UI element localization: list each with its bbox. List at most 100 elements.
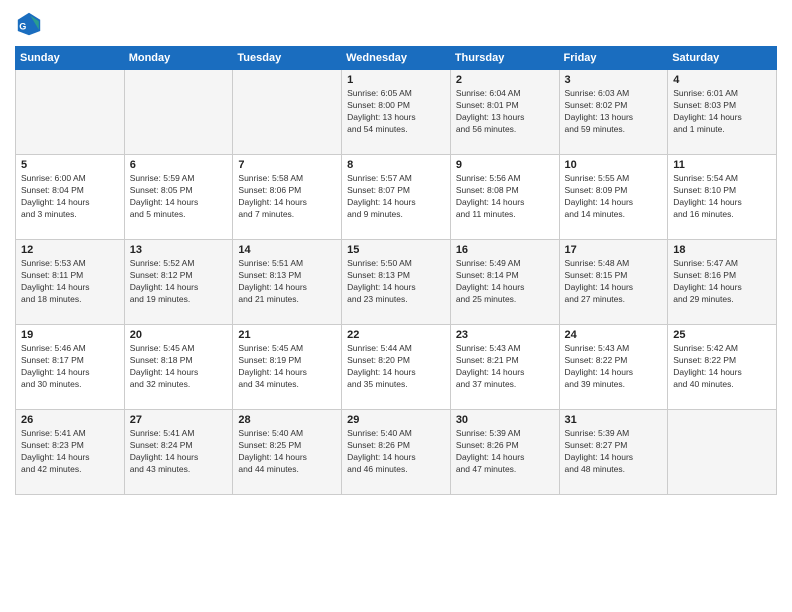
- weekday-header-cell: Friday: [559, 47, 668, 70]
- cell-info: Sunrise: 6:04 AMSunset: 8:01 PMDaylight:…: [456, 88, 554, 136]
- day-number: 8: [347, 159, 445, 171]
- calendar-body: 1 Sunrise: 6:05 AMSunset: 8:00 PMDaylight…: [16, 70, 777, 495]
- calendar-cell: 3 Sunrise: 6:03 AMSunset: 8:02 PMDaylight…: [559, 70, 668, 155]
- calendar-cell: 22 Sunrise: 5:44 AMSunset: 8:20 PMDayligh…: [342, 325, 451, 410]
- cell-info: Sunrise: 5:43 AMSunset: 8:22 PMDaylight:…: [565, 343, 663, 391]
- day-number: 28: [238, 414, 336, 426]
- calendar-cell: 7 Sunrise: 5:58 AMSunset: 8:06 PMDaylight…: [233, 155, 342, 240]
- day-number: 4: [673, 74, 771, 86]
- calendar-cell: 18 Sunrise: 5:47 AMSunset: 8:16 PMDayligh…: [668, 240, 777, 325]
- calendar-cell: 17 Sunrise: 5:48 AMSunset: 8:15 PMDayligh…: [559, 240, 668, 325]
- logo-icon: G: [15, 10, 43, 38]
- calendar-cell: 11 Sunrise: 5:54 AMSunset: 8:10 PMDayligh…: [668, 155, 777, 240]
- day-number: 24: [565, 329, 663, 341]
- cell-info: Sunrise: 5:48 AMSunset: 8:15 PMDaylight:…: [565, 258, 663, 306]
- calendar-week-row: 5 Sunrise: 6:00 AMSunset: 8:04 PMDaylight…: [16, 155, 777, 240]
- day-number: 1: [347, 74, 445, 86]
- weekday-header-cell: Thursday: [450, 47, 559, 70]
- calendar-cell: [16, 70, 125, 155]
- cell-info: Sunrise: 6:01 AMSunset: 8:03 PMDaylight:…: [673, 88, 771, 136]
- cell-info: Sunrise: 5:40 AMSunset: 8:25 PMDaylight:…: [238, 428, 336, 476]
- day-number: 18: [673, 244, 771, 256]
- cell-info: Sunrise: 5:50 AMSunset: 8:13 PMDaylight:…: [347, 258, 445, 306]
- calendar-cell: 28 Sunrise: 5:40 AMSunset: 8:25 PMDayligh…: [233, 410, 342, 495]
- cell-info: Sunrise: 5:55 AMSunset: 8:09 PMDaylight:…: [565, 173, 663, 221]
- day-number: 2: [456, 74, 554, 86]
- calendar-cell: 4 Sunrise: 6:01 AMSunset: 8:03 PMDaylight…: [668, 70, 777, 155]
- calendar-cell: 19Sunrise: 5:46 AMSunset: 8:17 PMDayligh…: [16, 325, 125, 410]
- calendar-cell: 14Sunrise: 5:51 AMSunset: 8:13 PMDayligh…: [233, 240, 342, 325]
- cell-info: Sunrise: 6:05 AMSunset: 8:00 PMDaylight:…: [347, 88, 445, 136]
- cell-info: Sunrise: 5:40 AMSunset: 8:26 PMDaylight:…: [347, 428, 445, 476]
- calendar-cell: [233, 70, 342, 155]
- day-number: 9: [456, 159, 554, 171]
- day-number: 23: [456, 329, 554, 341]
- calendar-cell: 25Sunrise: 5:42 AMSunset: 8:22 PMDayligh…: [668, 325, 777, 410]
- calendar-cell: 27 Sunrise: 5:41 AMSunset: 8:24 PMDayligh…: [124, 410, 233, 495]
- calendar-cell: 20Sunrise: 5:45 AMSunset: 8:18 PMDayligh…: [124, 325, 233, 410]
- day-number: 15: [347, 244, 445, 256]
- cell-info: Sunrise: 5:41 AMSunset: 8:23 PMDaylight:…: [21, 428, 119, 476]
- weekday-header-row: SundayMondayTuesdayWednesdayThursdayFrid…: [16, 47, 777, 70]
- cell-info: Sunrise: 5:58 AMSunset: 8:06 PMDaylight:…: [238, 173, 336, 221]
- weekday-header-cell: Monday: [124, 47, 233, 70]
- calendar-cell: 2 Sunrise: 6:04 AMSunset: 8:01 PMDaylight…: [450, 70, 559, 155]
- calendar-cell: 29Sunrise: 5:40 AMSunset: 8:26 PMDayligh…: [342, 410, 451, 495]
- cell-info: Sunrise: 5:45 AMSunset: 8:19 PMDaylight:…: [238, 343, 336, 391]
- calendar-cell: 5 Sunrise: 6:00 AMSunset: 8:04 PMDaylight…: [16, 155, 125, 240]
- cell-info: Sunrise: 5:53 AMSunset: 8:11 PMDaylight:…: [21, 258, 119, 306]
- weekday-header-cell: Tuesday: [233, 47, 342, 70]
- cell-info: Sunrise: 5:43 AMSunset: 8:21 PMDaylight:…: [456, 343, 554, 391]
- calendar-week-row: 26 Sunrise: 5:41 AMSunset: 8:23 PMDayligh…: [16, 410, 777, 495]
- calendar-week-row: 1 Sunrise: 6:05 AMSunset: 8:00 PMDaylight…: [16, 70, 777, 155]
- weekday-header-cell: Saturday: [668, 47, 777, 70]
- calendar-cell: 30Sunrise: 5:39 AMSunset: 8:26 PMDayligh…: [450, 410, 559, 495]
- cell-info: Sunrise: 5:57 AMSunset: 8:07 PMDaylight:…: [347, 173, 445, 221]
- cell-info: Sunrise: 5:47 AMSunset: 8:16 PMDaylight:…: [673, 258, 771, 306]
- day-number: 17: [565, 244, 663, 256]
- calendar-cell: 26 Sunrise: 5:41 AMSunset: 8:23 PMDayligh…: [16, 410, 125, 495]
- calendar-cell: 6 Sunrise: 5:59 AMSunset: 8:05 PMDaylight…: [124, 155, 233, 240]
- cell-info: Sunrise: 5:56 AMSunset: 8:08 PMDaylight:…: [456, 173, 554, 221]
- calendar-cell: 21Sunrise: 5:45 AMSunset: 8:19 PMDayligh…: [233, 325, 342, 410]
- calendar-cell: 12 Sunrise: 5:53 AMSunset: 8:11 PMDayligh…: [16, 240, 125, 325]
- cell-info: Sunrise: 5:41 AMSunset: 8:24 PMDaylight:…: [130, 428, 228, 476]
- day-number: 10: [565, 159, 663, 171]
- cell-info: Sunrise: 5:54 AMSunset: 8:10 PMDaylight:…: [673, 173, 771, 221]
- day-number: 5: [21, 159, 119, 171]
- calendar-cell: 13 Sunrise: 5:52 AMSunset: 8:12 PMDayligh…: [124, 240, 233, 325]
- calendar-week-row: 12 Sunrise: 5:53 AMSunset: 8:11 PMDayligh…: [16, 240, 777, 325]
- calendar-cell: 16Sunrise: 5:49 AMSunset: 8:14 PMDayligh…: [450, 240, 559, 325]
- calendar-cell: 31Sunrise: 5:39 AMSunset: 8:27 PMDayligh…: [559, 410, 668, 495]
- calendar-cell: 1 Sunrise: 6:05 AMSunset: 8:00 PMDaylight…: [342, 70, 451, 155]
- calendar-table: SundayMondayTuesdayWednesdayThursdayFrid…: [15, 46, 777, 495]
- weekday-header-cell: Wednesday: [342, 47, 451, 70]
- day-number: 12: [21, 244, 119, 256]
- day-number: 11: [673, 159, 771, 171]
- calendar-week-row: 19Sunrise: 5:46 AMSunset: 8:17 PMDayligh…: [16, 325, 777, 410]
- day-number: 26: [21, 414, 119, 426]
- cell-info: Sunrise: 5:59 AMSunset: 8:05 PMDaylight:…: [130, 173, 228, 221]
- day-number: 14: [238, 244, 336, 256]
- day-number: 27: [130, 414, 228, 426]
- header: G: [15, 10, 777, 38]
- day-number: 13: [130, 244, 228, 256]
- cell-info: Sunrise: 5:52 AMSunset: 8:12 PMDaylight:…: [130, 258, 228, 306]
- page: G SundayMondayTuesdayWednesdayThursdayFr…: [0, 0, 792, 505]
- calendar-cell: 8 Sunrise: 5:57 AMSunset: 8:07 PMDaylight…: [342, 155, 451, 240]
- day-number: 7: [238, 159, 336, 171]
- cell-info: Sunrise: 6:00 AMSunset: 8:04 PMDaylight:…: [21, 173, 119, 221]
- cell-info: Sunrise: 5:39 AMSunset: 8:26 PMDaylight:…: [456, 428, 554, 476]
- svg-text:G: G: [19, 22, 26, 32]
- day-number: 20: [130, 329, 228, 341]
- calendar-cell: [124, 70, 233, 155]
- day-number: 25: [673, 329, 771, 341]
- day-number: 6: [130, 159, 228, 171]
- day-number: 22: [347, 329, 445, 341]
- cell-info: Sunrise: 5:44 AMSunset: 8:20 PMDaylight:…: [347, 343, 445, 391]
- calendar-cell: 9 Sunrise: 5:56 AMSunset: 8:08 PMDaylight…: [450, 155, 559, 240]
- weekday-header-cell: Sunday: [16, 47, 125, 70]
- cell-info: Sunrise: 6:03 AMSunset: 8:02 PMDaylight:…: [565, 88, 663, 136]
- day-number: 3: [565, 74, 663, 86]
- day-number: 31: [565, 414, 663, 426]
